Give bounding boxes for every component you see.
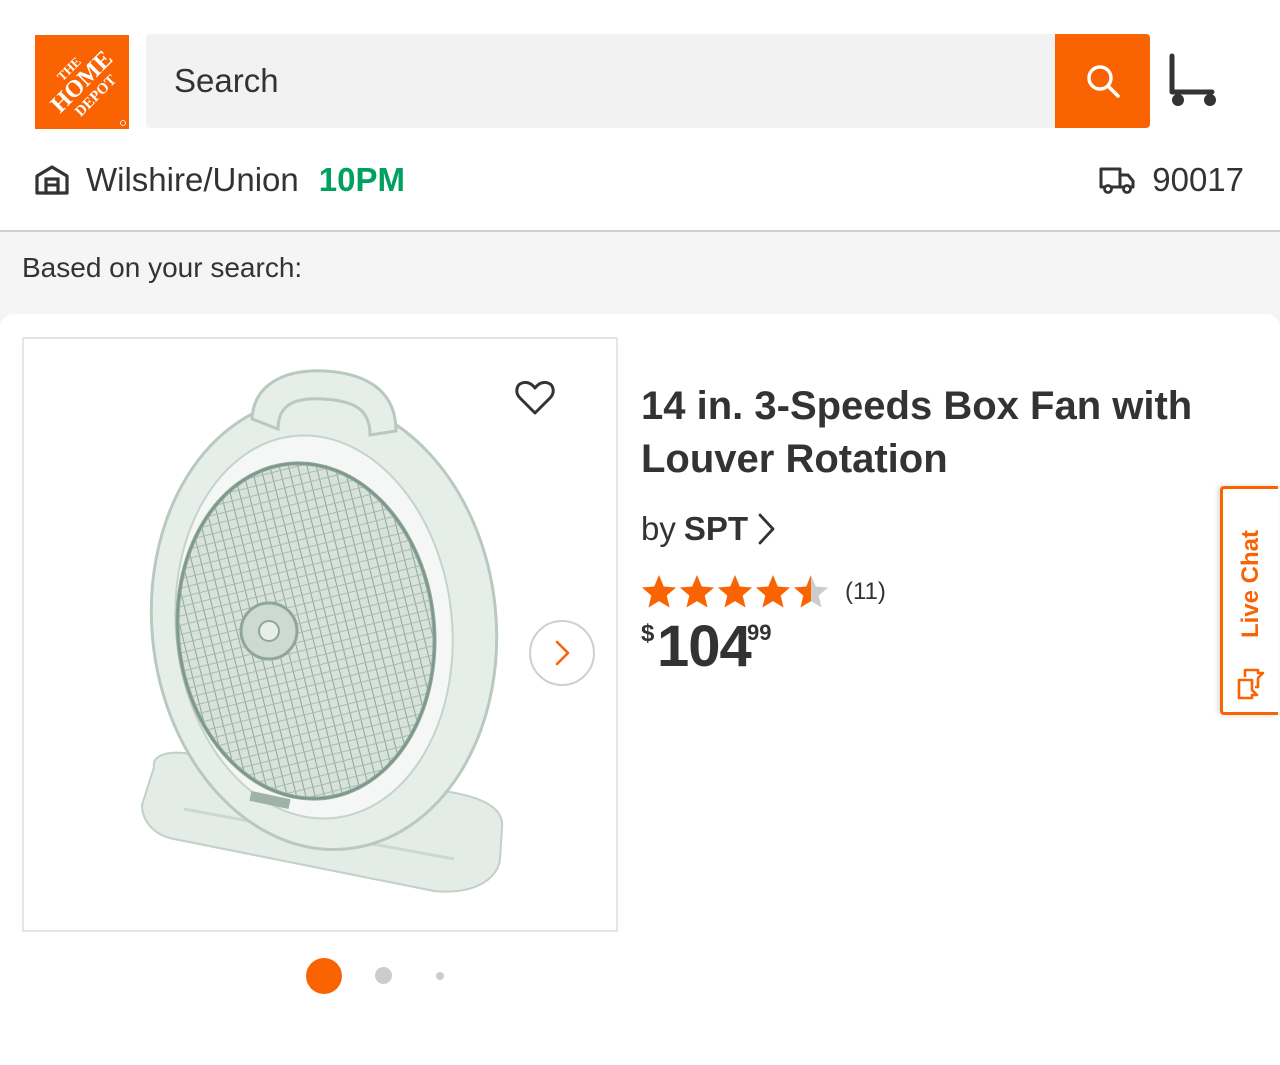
- store-hours: 10PM: [318, 161, 405, 198]
- search-button[interactable]: [1055, 34, 1150, 128]
- box-fan-image: [140, 369, 504, 893]
- price-dollars: 104: [657, 614, 752, 679]
- delivery-truck-icon: [1099, 167, 1135, 194]
- store-name: Wilshire/Union: [86, 161, 299, 198]
- chevron-right-icon: [555, 640, 570, 666]
- product-image[interactable]: [22, 337, 618, 932]
- cart-icon[interactable]: [1164, 52, 1224, 112]
- favorite-heart-icon[interactable]: [514, 377, 556, 419]
- section-heading: Based on your search:: [22, 252, 303, 283]
- store-selector[interactable]: Wilshire/Union 10PM: [34, 155, 405, 205]
- zip-code: 90017: [1152, 161, 1244, 198]
- search-placeholder: Search: [174, 62, 279, 99]
- carousel-dot-1[interactable]: [306, 958, 342, 994]
- site-header: THE HOME DEPOT Search Wilshire/Union 10P…: [0, 0, 1280, 232]
- brand-link[interactable]: by SPT: [641, 508, 778, 550]
- chat-bubbles-icon: [1237, 668, 1265, 700]
- star-icon-3: [717, 575, 753, 608]
- chevron-right-icon: [758, 513, 775, 545]
- review-count: (11): [845, 578, 886, 605]
- search-icon: [1086, 65, 1120, 98]
- brand-by-label: by: [641, 510, 676, 547]
- product-title[interactable]: 14 in. 3-Speeds Box Fan with Louver Rota…: [641, 380, 1241, 486]
- product-rating[interactable]: (11): [641, 570, 886, 614]
- image-carousel-dots: [0, 955, 640, 995]
- star-icon-5: [793, 575, 829, 608]
- price-currency: $: [641, 620, 655, 647]
- star-icon-2: [679, 575, 715, 608]
- carousel-dot-2[interactable]: [375, 967, 392, 984]
- delivery-zip-selector[interactable]: 90017: [1098, 155, 1244, 205]
- rating-stars: [641, 575, 829, 608]
- carousel-dot-3[interactable]: [436, 972, 444, 980]
- home-depot-logo[interactable]: THE HOME DEPOT: [35, 35, 129, 129]
- star-icon-4: [755, 575, 791, 608]
- brand-name: SPT: [683, 510, 749, 547]
- star-icon-1: [641, 575, 677, 608]
- price-cents: 99: [747, 620, 772, 645]
- live-chat-button[interactable]: Live Chat: [1220, 486, 1278, 715]
- live-chat-label: Live Chat: [1236, 529, 1264, 639]
- store-icon: [35, 165, 69, 195]
- search-input[interactable]: Search: [146, 34, 1150, 128]
- next-image-button[interactable]: [529, 620, 595, 686]
